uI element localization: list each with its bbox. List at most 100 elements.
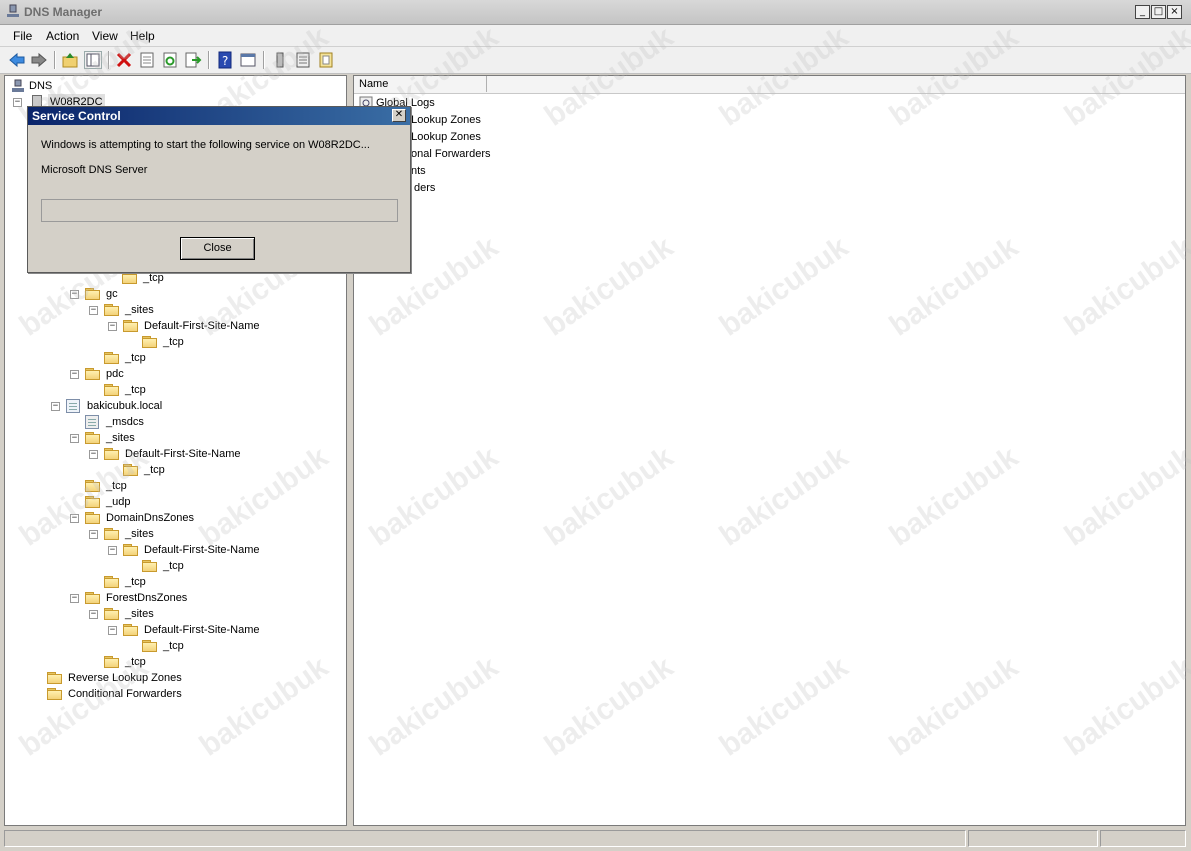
folder-icon bbox=[85, 512, 101, 524]
folder-icon bbox=[142, 336, 158, 348]
list-pane[interactable]: Name Global Logs d Lookup Zones e Lookup… bbox=[353, 75, 1186, 826]
folder-icon bbox=[85, 288, 101, 300]
zone-icon[interactable] bbox=[317, 51, 335, 69]
tree-root-label: DNS bbox=[29, 80, 53, 92]
up-icon[interactable] bbox=[61, 51, 79, 69]
collapse-icon[interactable]: − bbox=[51, 402, 60, 411]
console-icon[interactable] bbox=[239, 51, 257, 69]
delegation-icon bbox=[85, 415, 99, 429]
folder-icon bbox=[85, 592, 101, 604]
dialog-message: Windows is attempting to start the follo… bbox=[41, 139, 370, 151]
tree-item-label: Conditional Forwarders bbox=[68, 688, 182, 700]
service-control-dialog: Service Control ✕ Windows is attempting … bbox=[27, 106, 411, 273]
folder-icon bbox=[85, 368, 101, 380]
dialog-close-icon[interactable]: ✕ bbox=[392, 109, 406, 122]
folder-icon bbox=[104, 528, 120, 540]
tree-item-label: _tcp bbox=[163, 640, 184, 652]
collapse-icon[interactable]: − bbox=[13, 98, 22, 107]
tree-item-label: _tcp bbox=[163, 336, 184, 348]
folder-icon bbox=[104, 384, 120, 396]
column-header: Name bbox=[354, 76, 1185, 94]
dns-icon bbox=[12, 79, 24, 92]
toolbar: ? bbox=[0, 47, 1191, 74]
folder-icon bbox=[123, 624, 139, 636]
collapse-icon[interactable]: − bbox=[108, 626, 117, 635]
folder-icon bbox=[104, 656, 120, 668]
close-button[interactable]: Close bbox=[180, 237, 255, 260]
title-bar: DNS Manager _ □ × bbox=[0, 0, 1191, 25]
collapse-icon[interactable]: − bbox=[70, 514, 79, 523]
collapse-icon[interactable]: − bbox=[108, 322, 117, 331]
tree-item-label: _tcp bbox=[125, 656, 146, 668]
dialog-service-name: Microsoft DNS Server bbox=[41, 164, 148, 176]
refresh-icon[interactable] bbox=[161, 51, 179, 69]
tree-item-label: pdc bbox=[106, 368, 124, 380]
collapse-icon[interactable]: − bbox=[108, 546, 117, 555]
folder-icon bbox=[104, 608, 120, 620]
delete-icon[interactable] bbox=[115, 51, 133, 69]
collapse-icon[interactable]: − bbox=[70, 434, 79, 443]
collapse-icon[interactable]: − bbox=[89, 530, 98, 539]
tree-item-label: Default-First-Site-Name bbox=[144, 544, 260, 556]
collapse-icon[interactable]: − bbox=[70, 594, 79, 603]
folder-icon bbox=[122, 272, 138, 284]
tree-item-label: Default-First-Site-Name bbox=[144, 624, 260, 636]
list-item-label: onal Forwarders bbox=[411, 148, 491, 160]
dns-manager-window: DNS Manager _ □ × File Action View Help bbox=[0, 0, 1191, 851]
menu-help[interactable]: Help bbox=[130, 29, 155, 43]
show-hide-tree-icon[interactable] bbox=[84, 51, 102, 69]
tree-item-label: gc bbox=[106, 288, 118, 300]
column-name-header[interactable]: Name bbox=[354, 76, 487, 92]
collapse-icon[interactable]: − bbox=[89, 306, 98, 315]
collapse-icon[interactable]: − bbox=[70, 290, 79, 299]
list-item-label: nts bbox=[411, 165, 426, 177]
server-icon[interactable] bbox=[271, 51, 289, 69]
tree-item-label: _tcp bbox=[106, 480, 127, 492]
folder-icon bbox=[85, 480, 101, 492]
tree-item-label: _tcp bbox=[125, 576, 146, 588]
collapse-icon[interactable]: − bbox=[89, 610, 98, 619]
folder-icon bbox=[104, 352, 120, 364]
maximize-button[interactable]: □ bbox=[1151, 5, 1166, 19]
status-panel-2 bbox=[968, 830, 1098, 847]
back-icon[interactable] bbox=[8, 51, 26, 69]
tree-item-label: bakicubuk.local bbox=[87, 400, 163, 412]
status-bar bbox=[0, 828, 1191, 851]
folder-icon bbox=[142, 640, 158, 652]
tree-item-label: DomainDnsZones bbox=[106, 512, 195, 524]
forward-icon[interactable] bbox=[30, 51, 48, 69]
dialog-title: Service Control bbox=[32, 109, 121, 123]
collapse-icon[interactable]: − bbox=[70, 370, 79, 379]
tree-item-label: _sites bbox=[125, 608, 154, 620]
tree-item-label: Default-First-Site-Name bbox=[144, 320, 260, 332]
folder-icon bbox=[47, 672, 63, 684]
properties-icon[interactable] bbox=[138, 51, 156, 69]
folder-icon bbox=[104, 576, 120, 588]
zone-icon bbox=[66, 399, 80, 413]
export-icon[interactable] bbox=[184, 51, 202, 69]
tree-item-label: _sites bbox=[125, 528, 154, 540]
folder-icon bbox=[123, 320, 139, 332]
menu-view[interactable]: View bbox=[92, 29, 118, 43]
close-window-button[interactable]: × bbox=[1167, 5, 1182, 19]
list-icon[interactable] bbox=[294, 51, 312, 69]
tree-item-label: _msdcs bbox=[106, 416, 144, 428]
tree-item-label: Default-First-Site-Name bbox=[125, 448, 241, 460]
folder-icon bbox=[104, 448, 120, 460]
dialog-title-bar[interactable]: Service Control ✕ bbox=[28, 107, 410, 125]
tree-item-label: _tcp bbox=[144, 464, 165, 476]
list-item-label: ders bbox=[414, 182, 436, 194]
tree-item-label: _tcp bbox=[125, 384, 146, 396]
svg-text:?: ? bbox=[222, 54, 228, 68]
folder-icon bbox=[85, 432, 101, 444]
tree-item-label: _sites bbox=[106, 432, 135, 444]
tree-item-label: _udp bbox=[106, 496, 131, 508]
minimize-button[interactable]: _ bbox=[1135, 5, 1150, 19]
collapse-icon[interactable]: − bbox=[89, 450, 98, 459]
menu-file[interactable]: File bbox=[13, 29, 32, 43]
tree-item-label: _tcp bbox=[163, 560, 184, 572]
menu-action[interactable]: Action bbox=[46, 29, 79, 43]
list-item-label: d Lookup Zones bbox=[402, 114, 481, 126]
help-icon[interactable]: ? bbox=[216, 51, 234, 69]
status-panel-main bbox=[4, 830, 966, 847]
